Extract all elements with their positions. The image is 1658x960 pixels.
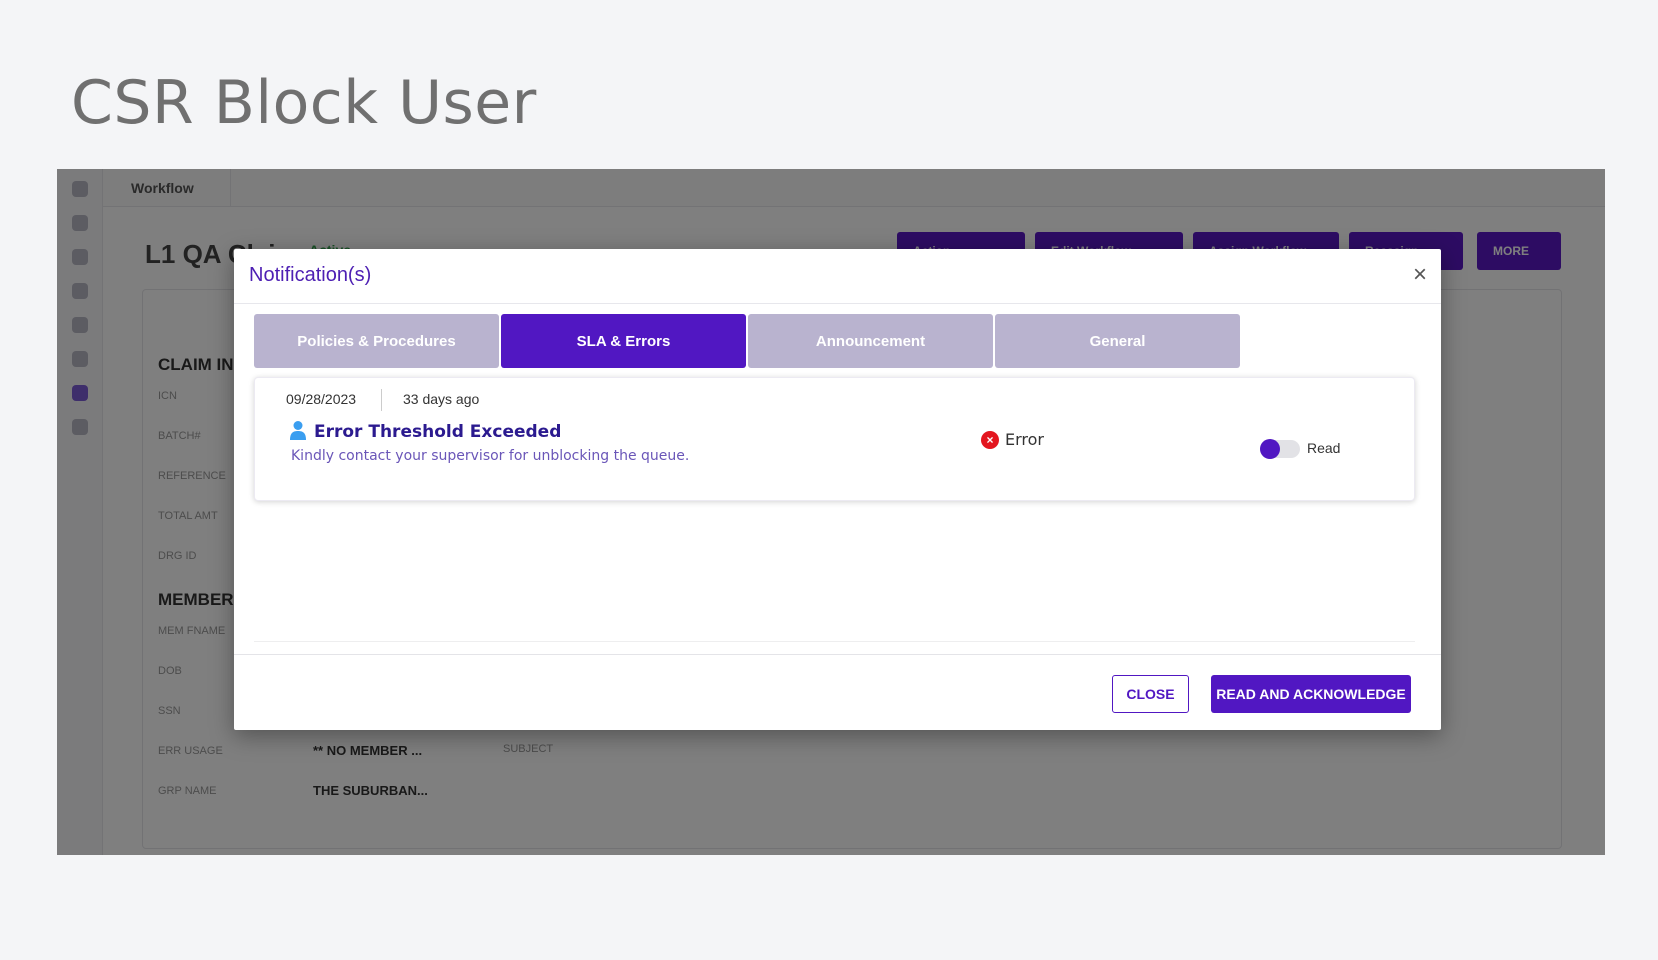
list-divider [254,641,1415,642]
read-toggle[interactable] [1260,439,1300,459]
notification-date: 09/28/2023 [286,391,357,407]
read-toggle-label: Read [1307,440,1341,456]
tab-sla-errors[interactable]: SLA & Errors [501,314,746,368]
user-icon [290,421,306,440]
modal-footer: CLOSE READ AND ACKNOWLEDGE [234,654,1441,730]
slide-title: CSR Block User [71,68,537,138]
close-icon[interactable]: × [1413,261,1427,289]
read-and-acknowledge-button[interactable]: READ AND ACKNOWLEDGE [1211,675,1411,713]
close-button[interactable]: CLOSE [1112,675,1189,713]
toggle-knob [1260,439,1280,459]
modal-title: Notification(s) [249,264,372,286]
error-icon: × [981,431,999,449]
notification-message: Kindly contact your supervisor for unblo… [291,448,690,464]
notification-age: 33 days ago [403,391,480,407]
notification-card: 09/28/2023 33 days ago Error Threshold E… [254,377,1415,501]
modal-header: Notification(s) × [234,249,1441,304]
tab-policies-procedures[interactable]: Policies & Procedures [254,314,499,368]
notification-type: Error [1005,430,1044,449]
notification-title: Error Threshold Exceeded [314,422,562,442]
divider [381,389,382,411]
tab-announcement[interactable]: Announcement [748,314,993,368]
notifications-modal: Notification(s) × Policies & Procedures … [234,249,1441,730]
tab-general[interactable]: General [995,314,1240,368]
